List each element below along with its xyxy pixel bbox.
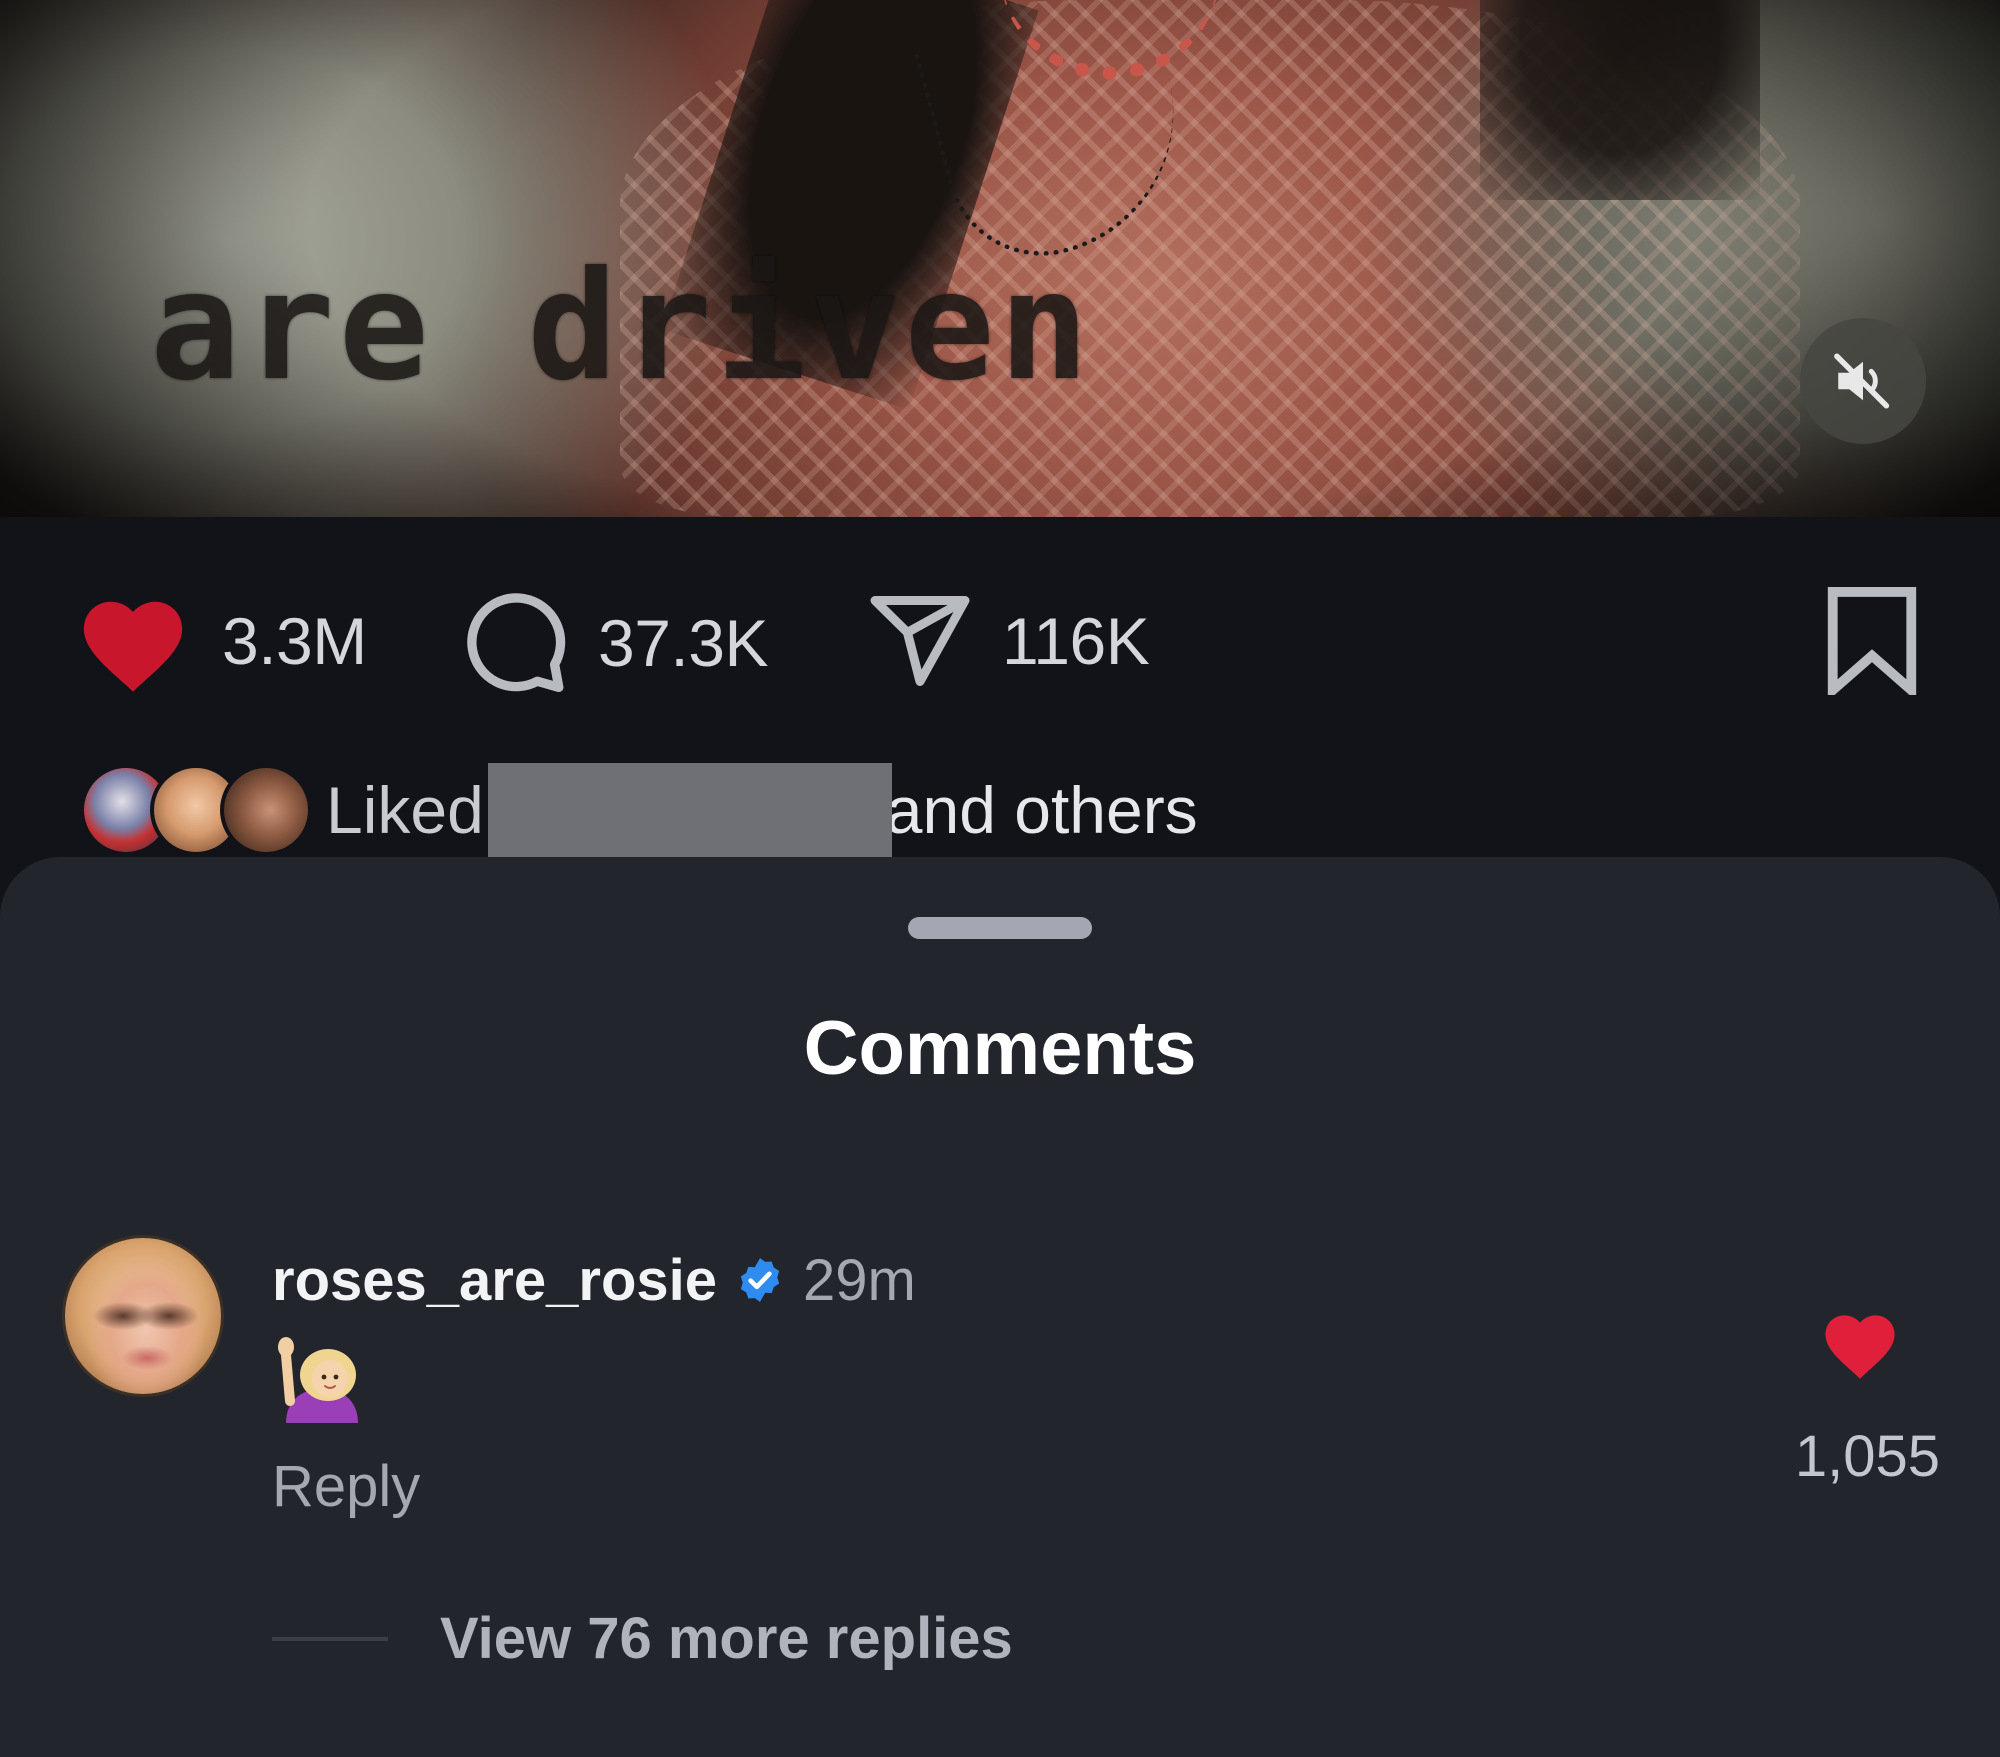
- reply-button[interactable]: Reply: [272, 1453, 420, 1520]
- speaker-muted-icon: [1834, 353, 1890, 409]
- avatar[interactable]: [62, 1235, 224, 1397]
- sheet-drag-handle[interactable]: [908, 917, 1092, 939]
- liked-by-text: Liked and others: [326, 757, 1198, 869]
- share-action[interactable]: 116K: [866, 587, 1150, 695]
- comment-like-count: 1,055: [1794, 1424, 1940, 1489]
- liked-by-row[interactable]: Liked and others: [80, 757, 1198, 869]
- liked-suffix[interactable]: and others: [886, 772, 1198, 848]
- comment-header: roses_are_rosie 29m: [272, 1235, 916, 1325]
- post-media[interactable]: are driven: [0, 0, 2000, 517]
- heart-filled-icon[interactable]: [72, 587, 194, 695]
- mute-button[interactable]: [1800, 318, 1926, 444]
- replies-divider: [272, 1636, 388, 1641]
- comment-action[interactable]: 37.3K: [458, 587, 768, 699]
- like-count: 3.3M: [222, 604, 367, 678]
- save-action[interactable]: [1820, 587, 1924, 701]
- post-actions: 3.3M 37.3K 116K Liked and others: [0, 517, 2000, 869]
- liked-prefix: Liked: [326, 773, 484, 847]
- comment-username[interactable]: roses_are_rosie: [272, 1247, 717, 1314]
- bookmark-icon[interactable]: [1820, 587, 1924, 701]
- comment-count: 37.3K: [598, 606, 768, 680]
- person-raising-hand-emoji-icon: [278, 1337, 358, 1423]
- redacted-username: [487, 763, 892, 869]
- verified-badge-icon: [740, 1258, 780, 1302]
- sheet-title: Comments: [803, 1006, 1197, 1091]
- share-count: 116K: [1002, 604, 1150, 678]
- avatar: [220, 764, 312, 856]
- comment-heart-icon[interactable]: [1818, 1305, 1902, 1381]
- like-action[interactable]: 3.3M: [72, 587, 367, 695]
- comment-bubble-icon[interactable]: [458, 587, 570, 699]
- paper-plane-icon[interactable]: [866, 587, 974, 695]
- view-more-replies[interactable]: View 76 more replies: [272, 1605, 1013, 1672]
- media-caption-text: are driven: [150, 240, 1094, 414]
- liked-by-avatars: [80, 764, 312, 856]
- comments-sheet: Comments roses_are_rosie 29m Reply 1,055…: [0, 857, 2000, 1757]
- view-replies-label[interactable]: View 76 more replies: [440, 1605, 1013, 1672]
- comment-time: 29m: [803, 1247, 916, 1313]
